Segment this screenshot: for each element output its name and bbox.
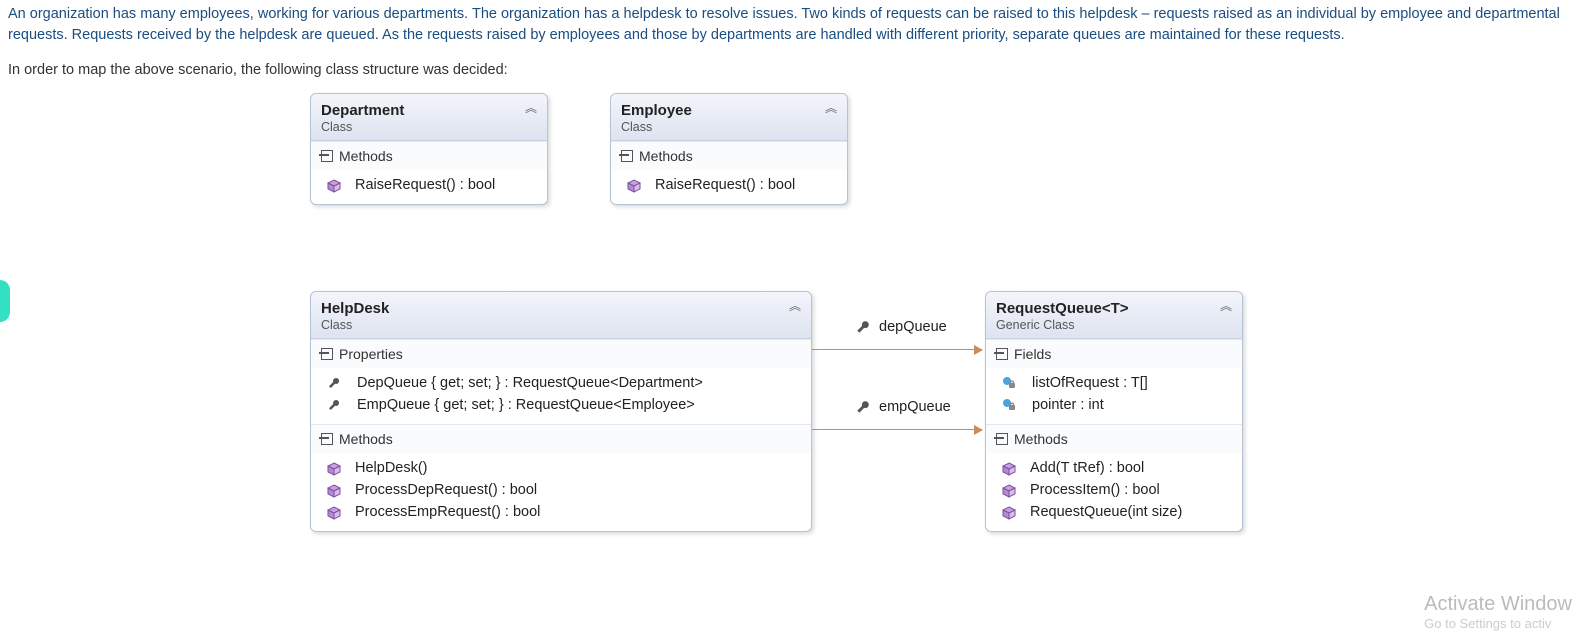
section-label: Properties: [339, 346, 403, 362]
class-title: RequestQueue<T>: [996, 300, 1232, 317]
field-label: listOfRequest : T[]: [1032, 375, 1148, 391]
method-icon: [1002, 506, 1014, 518]
section-methods[interactable]: Methods: [311, 424, 811, 453]
class-card-requestqueue: RequestQueue<T> Generic Class ︽ Fields l…: [985, 291, 1243, 532]
method-row: ProcessDepRequest() : bool: [311, 479, 811, 501]
method-label: ProcessDepRequest() : bool: [355, 482, 537, 498]
wrench-icon: [855, 319, 871, 335]
method-row: RaiseRequest() : bool: [611, 174, 847, 196]
method-label: RaiseRequest() : bool: [355, 177, 495, 193]
method-row: ProcessItem() : bool: [986, 479, 1242, 501]
field-icon: [1002, 398, 1016, 412]
method-label: RequestQueue(int size): [1030, 504, 1182, 520]
section-fields[interactable]: Fields: [986, 339, 1242, 368]
property-label: EmpQueue { get; set; } : RequestQueue<Em…: [357, 397, 695, 413]
method-row: ProcessEmpRequest() : bool: [311, 501, 811, 523]
section-label: Methods: [1014, 431, 1068, 447]
class-title: Employee: [621, 102, 837, 119]
field-row: listOfRequest : T[]: [986, 372, 1242, 394]
section-label: Methods: [339, 148, 393, 164]
method-label: HelpDesk(): [355, 460, 428, 476]
association-arrow-dep: [812, 349, 982, 350]
collapse-icon[interactable]: ︽: [525, 102, 537, 114]
method-icon: [1002, 484, 1014, 496]
section-icon: [621, 150, 633, 162]
class-subtitle: Class: [321, 120, 537, 134]
class-title: HelpDesk: [321, 300, 801, 317]
method-icon: [327, 462, 339, 474]
method-icon: [327, 506, 339, 518]
section-icon: [321, 348, 333, 360]
field-label: pointer : int: [1032, 397, 1104, 413]
collapse-icon[interactable]: ︽: [789, 300, 801, 312]
association-arrow-emp: [812, 429, 982, 430]
class-subtitle: Class: [621, 120, 837, 134]
method-label: RaiseRequest() : bool: [655, 177, 795, 193]
method-label: ProcessEmpRequest() : bool: [355, 504, 540, 520]
section-label: Fields: [1014, 346, 1051, 362]
section-icon: [321, 433, 333, 445]
section-icon: [996, 348, 1008, 360]
section-properties[interactable]: Properties: [311, 339, 811, 368]
method-label: Add(T tRef) : bool: [1030, 460, 1144, 476]
property-label: DepQueue { get; set; } : RequestQueue<De…: [357, 375, 703, 391]
method-row: Add(T tRef) : bool: [986, 457, 1242, 479]
class-card-helpdesk: HelpDesk Class ︽ Properties DepQueue { g…: [310, 291, 812, 532]
field-row: pointer : int: [986, 394, 1242, 416]
class-subtitle: Class: [321, 318, 801, 332]
section-icon: [321, 150, 333, 162]
association-depqueue: depQueue: [855, 319, 947, 335]
association-label: empQueue: [879, 399, 951, 415]
intro-paragraph-2: In order to map the above scenario, the …: [8, 60, 1564, 81]
section-label: Methods: [339, 431, 393, 447]
diagram-canvas: Department Class ︽ Methods RaiseRequest(…: [0, 81, 1572, 638]
section-icon: [996, 433, 1008, 445]
collapse-icon[interactable]: ︽: [1220, 300, 1232, 312]
section-label: Methods: [639, 148, 693, 164]
property-row: EmpQueue { get; set; } : RequestQueue<Em…: [311, 394, 811, 416]
property-row: DepQueue { get; set; } : RequestQueue<De…: [311, 372, 811, 394]
class-card-employee: Employee Class ︽ Methods RaiseRequest() …: [610, 93, 848, 205]
property-icon: [327, 376, 341, 390]
method-icon: [327, 179, 339, 191]
section-methods[interactable]: Methods: [986, 424, 1242, 453]
class-title: Department: [321, 102, 537, 119]
method-row: RaiseRequest() : bool: [311, 174, 547, 196]
method-row: HelpDesk(): [311, 457, 811, 479]
class-subtitle: Generic Class: [996, 318, 1232, 332]
field-icon: [1002, 376, 1016, 390]
association-empqueue: empQueue: [855, 399, 951, 415]
watermark-line-2: Go to Settings to activ: [1424, 616, 1572, 632]
wrench-icon: [855, 399, 871, 415]
class-card-department: Department Class ︽ Methods RaiseRequest(…: [310, 93, 548, 205]
method-icon: [327, 484, 339, 496]
intro-paragraph-1: An organization has many employees, work…: [8, 4, 1564, 46]
method-icon: [1002, 462, 1014, 474]
section-methods[interactable]: Methods: [611, 141, 847, 170]
association-label: depQueue: [879, 319, 947, 335]
method-label: ProcessItem() : bool: [1030, 482, 1160, 498]
method-row: RequestQueue(int size): [986, 501, 1242, 523]
method-icon: [627, 179, 639, 191]
section-methods[interactable]: Methods: [311, 141, 547, 170]
activate-windows-watermark: Activate Window Go to Settings to activ: [1424, 592, 1572, 632]
property-icon: [327, 398, 341, 412]
collapse-icon[interactable]: ︽: [825, 102, 837, 114]
watermark-line-1: Activate Window: [1424, 592, 1572, 616]
